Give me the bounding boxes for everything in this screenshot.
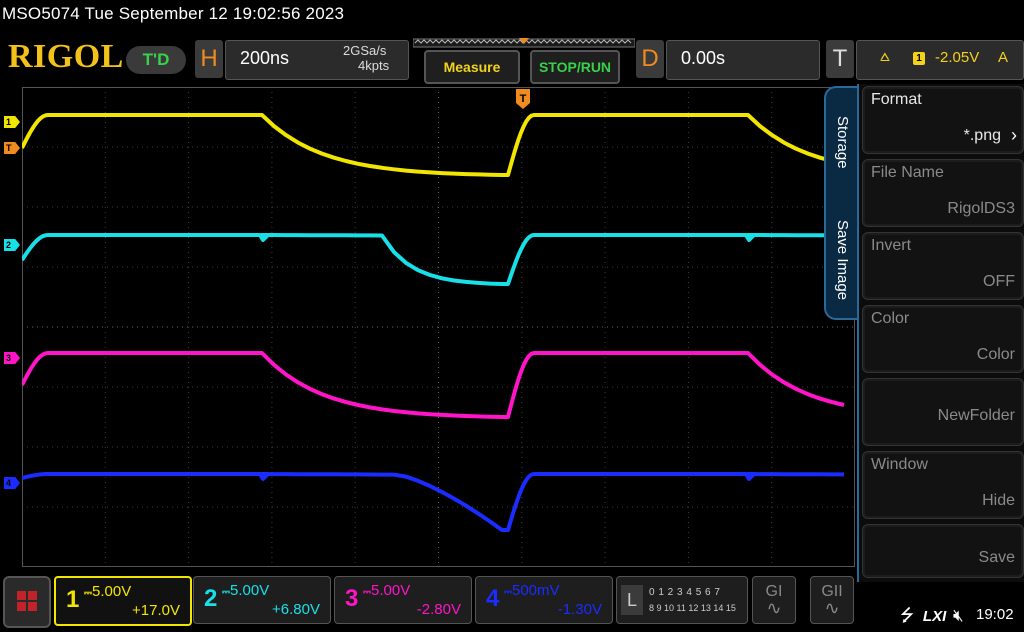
rising-edge-icon: ⩟ <box>880 48 890 65</box>
menu-item-value: OFF <box>983 273 1015 290</box>
memory-position-bar[interactable] <box>413 38 635 48</box>
trigger-position-icon[interactable]: T <box>516 89 530 109</box>
trigger-level: -2.05V <box>935 49 980 66</box>
side-menu: Format *.png › File Name RigolDS3 Invert… <box>857 84 1024 582</box>
menu-item-window[interactable]: Window Hide <box>862 451 1024 519</box>
channel-number: 2 <box>204 585 218 612</box>
menu-item-label: File Name <box>871 164 944 181</box>
menu-item-color[interactable]: Color Color <box>862 305 1024 373</box>
ch1-offset-marker[interactable]: 1 <box>4 116 20 128</box>
menu-item-value: RigolDS3 <box>947 200 1015 217</box>
channel-number: 1 <box>66 586 80 613</box>
ch3-offset-marker[interactable]: 3 <box>4 352 20 364</box>
status-icons: ⭍ LXI 🔇︎ <box>900 603 964 632</box>
channel-4-control[interactable]: 4 ⎓ 500mV -1.30V <box>475 576 613 624</box>
menu-item-value: NewFolder <box>937 407 1015 424</box>
menu-item-value: Color <box>976 346 1015 363</box>
lxi-logo: LXI <box>922 608 947 625</box>
channel-1-control[interactable]: 1 ⎓ 5.00V +17.0V <box>54 576 192 626</box>
menu-item-label: Invert <box>871 237 912 254</box>
tab-save-image[interactable]: Save Image <box>834 220 851 300</box>
menu-item-save[interactable]: Save <box>862 524 1024 578</box>
logic-analyzer-control[interactable]: L 0 1 2 3 4 5 6 7 8 9 10 11 12 13 14 15 <box>616 576 748 624</box>
trigger-button[interactable]: T <box>826 40 854 78</box>
menu-item-file-name[interactable]: File Name RigolDS3 <box>862 159 1024 227</box>
sample-rate: 2GSa/s <box>343 43 387 58</box>
time-per-div: 200ns <box>240 48 290 68</box>
svg-text:T: T <box>520 93 527 105</box>
menu-grid-icon <box>17 591 37 611</box>
memory-depth: 4kpts <box>358 58 390 73</box>
channel-2-control[interactable]: 2 ⎓ 5.00V +6.80V <box>193 576 331 624</box>
trigger-level-marker[interactable]: T <box>4 142 20 154</box>
menu-item-label: Format <box>871 91 922 108</box>
channel-scale: 500mV <box>512 582 560 599</box>
menu-item-new-folder[interactable]: NewFolder <box>862 378 1024 446</box>
channel-offset: -1.30V <box>557 601 602 618</box>
sine-wave-icon: ∿ <box>824 598 840 618</box>
chevron-right-icon: › <box>1011 125 1017 145</box>
tab-storage[interactable]: Storage <box>834 116 851 169</box>
rigol-logo: RIGOL <box>8 38 124 75</box>
dc-coupling-icon: ⎓ <box>84 588 92 599</box>
measure-button[interactable]: Measure <box>424 50 520 84</box>
speaker-muted-icon[interactable]: 🔇︎ <box>953 606 964 625</box>
trace-ch2 <box>22 233 845 286</box>
menu-item-label: Color <box>871 310 910 327</box>
generator-2-button[interactable]: GII ∿ <box>810 576 854 624</box>
logic-channels-row2: 8 9 10 11 12 13 14 15 <box>649 603 736 613</box>
trace-ch1 <box>22 113 845 177</box>
menu-item-format[interactable]: Format *.png › <box>862 86 1024 154</box>
logic-letter: L <box>621 585 643 615</box>
trace-ch4 <box>22 472 844 532</box>
channel-3-control[interactable]: 3 ⎓ 5.00V -2.80V <box>334 576 472 624</box>
trigger-mode: A <box>998 49 1009 66</box>
channel-scale: 5.00V <box>371 582 411 599</box>
status-badge[interactable]: T'D <box>126 46 186 74</box>
menu-item-invert[interactable]: Invert OFF <box>862 232 1024 300</box>
generator-1-button[interactable]: GI ∿ <box>752 576 796 624</box>
ch4-offset-marker[interactable]: 4 <box>4 477 20 489</box>
trace-ch3 <box>22 351 845 419</box>
delay-value: 0.00s <box>681 48 726 68</box>
dc-coupling-icon: ⎓ <box>222 587 230 598</box>
horizontal-button[interactable]: H <box>195 40 223 78</box>
menu-item-value: Save <box>978 549 1015 566</box>
title-line: MSO5074 Tue September 12 19:02:56 2023 <box>2 4 345 23</box>
stop-run-button[interactable]: STOP/RUN <box>530 50 620 84</box>
logic-channels-row1: 0 1 2 3 4 5 6 7 <box>649 587 721 598</box>
delay-button[interactable]: D <box>636 40 664 78</box>
channel-number: 3 <box>345 585 359 612</box>
main-menu-button[interactable] <box>3 576 51 628</box>
dc-coupling-icon: ⎓ <box>363 587 371 598</box>
channel-offset: -2.80V <box>416 601 461 618</box>
ch2-offset-marker[interactable]: 2 <box>4 239 20 251</box>
channel-scale: 5.00V <box>230 582 270 599</box>
clock: 19:02 <box>976 606 1014 623</box>
channel-offset: +6.80V <box>272 601 320 618</box>
channel-offset: +17.0V <box>132 602 180 619</box>
usb-icon: ⭍ <box>900 606 915 625</box>
side-menu-tabs: Storage Save Image <box>824 86 860 320</box>
waveform-display[interactable] <box>22 87 855 567</box>
trigger-source: 1 <box>913 52 925 65</box>
menu-item-value: *.png <box>963 127 1001 144</box>
channel-scale: 5.00V <box>92 583 132 600</box>
channel-number: 4 <box>486 585 500 612</box>
menu-item-label: Window <box>871 456 928 473</box>
sine-wave-icon: ∿ <box>766 598 782 618</box>
menu-item-value: Hide <box>982 492 1015 509</box>
dc-coupling-icon: ⎓ <box>504 587 512 598</box>
